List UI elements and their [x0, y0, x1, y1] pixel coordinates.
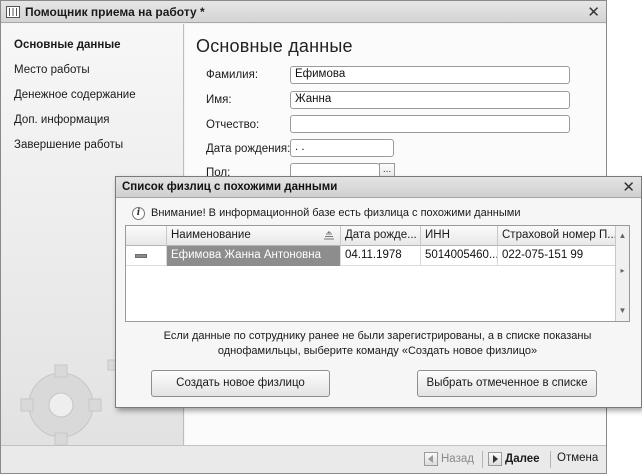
arrow-right-icon: [488, 452, 502, 466]
persons-table: Наименование Дата рожде... ИНН Страховой…: [125, 225, 630, 322]
dialog-title: Список физлиц с похожими данными: [122, 181, 338, 193]
row-marker-icon: [135, 254, 147, 258]
cancel-button[interactable]: Отмена: [557, 452, 598, 464]
sidebar-item-workplace[interactable]: Место работы: [14, 64, 90, 76]
scroll-down-icon[interactable]: ▼: [616, 304, 629, 318]
wizard-footer: Назад Далее Отмена: [1, 445, 606, 473]
cell-inn[interactable]: 5014005460...: [421, 246, 498, 266]
app-icon: [6, 6, 20, 18]
next-button[interactable]: Далее: [488, 452, 540, 466]
info-icon: i: [132, 207, 145, 220]
scroll-thumb[interactable]: ▸: [616, 264, 629, 278]
window-titlebar: Помощник приема на работу * ✕: [1, 1, 606, 23]
footer-divider: [482, 451, 483, 468]
dialog-titlebar: Список физлиц с похожими данными ✕: [116, 177, 641, 198]
cancel-label: Отмена: [557, 452, 599, 464]
sidebar-item-salary[interactable]: Денежное содержание: [14, 89, 136, 101]
column-header-birthdate[interactable]: Дата рожде...: [341, 226, 421, 246]
page-title: Основные данные: [196, 36, 353, 56]
patronymic-field[interactable]: [290, 115, 570, 133]
birthdate-field[interactable]: . .: [290, 139, 394, 157]
arrow-left-icon: [424, 452, 438, 466]
patronymic-label: Отчество:: [206, 119, 260, 131]
table-header: Наименование Дата рожде... ИНН Страховой…: [126, 226, 617, 246]
column-header-insurance-number[interactable]: Страховой номер П...: [498, 226, 617, 246]
birthdate-label: Дата рождения:: [206, 143, 291, 155]
scroll-up-icon[interactable]: ▲: [616, 229, 629, 243]
row-marker-cell: [126, 246, 167, 266]
sidebar-item-basic-data[interactable]: Основные данные: [14, 39, 121, 51]
table-scrollbar[interactable]: ▲ ▸ ▼: [615, 226, 629, 321]
close-icon[interactable]: ✕: [622, 178, 635, 196]
hint-text-line1: Если данные по сотруднику ранее не были …: [163, 330, 592, 342]
table-header-marker: [126, 226, 167, 246]
warning-text: Внимание! В информационной базе есть физ…: [151, 207, 521, 219]
back-button[interactable]: Назад: [424, 452, 474, 466]
create-person-button[interactable]: Создать новое физлицо: [151, 370, 330, 397]
column-header-inn[interactable]: ИНН: [421, 226, 498, 246]
surname-label: Фамилия:: [206, 69, 259, 81]
close-icon[interactable]: ✕: [587, 3, 600, 21]
select-marked-button[interactable]: Выбрать отмеченное в списке: [417, 370, 597, 397]
back-label: Назад: [441, 453, 474, 465]
surname-field[interactable]: Ефимова: [290, 66, 570, 84]
cell-name[interactable]: Ефимова Жанна Антоновна: [167, 246, 341, 266]
window-title: Помощник приема на работу *: [25, 5, 205, 19]
hint-text-line2: однофамильцы, выберите команду «Создать …: [217, 345, 538, 357]
next-label: Далее: [505, 453, 540, 465]
sidebar-item-extra-info[interactable]: Доп. информация: [14, 114, 110, 126]
name-label: Имя:: [206, 94, 232, 106]
cell-birthdate[interactable]: 04.11.1978: [341, 246, 421, 266]
name-field[interactable]: Жанна: [290, 91, 570, 109]
sort-icon: [324, 231, 334, 240]
cell-insurance-number[interactable]: 022-075-151 99: [498, 246, 617, 266]
similar-persons-dialog: Список физлиц с похожими данными ✕ i Вни…: [115, 176, 642, 408]
footer-divider: [550, 451, 551, 468]
table-row[interactable]: Ефимова Жанна Антоновна 04.11.1978 50140…: [126, 246, 617, 266]
column-header-name[interactable]: Наименование: [167, 226, 341, 246]
sidebar-item-finish[interactable]: Завершение работы: [14, 139, 123, 151]
